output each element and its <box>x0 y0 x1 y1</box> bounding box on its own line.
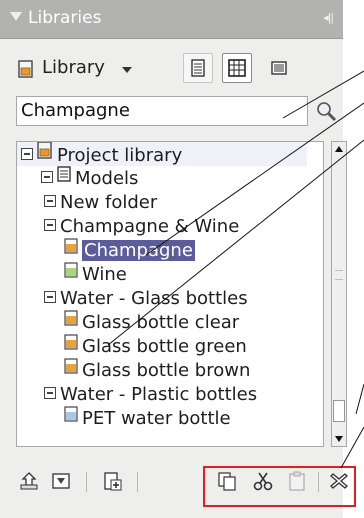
callout-line <box>340 426 364 469</box>
callout-line <box>107 139 364 346</box>
callout-lines <box>107 70 364 469</box>
callout-line <box>355 383 364 415</box>
callout-line <box>145 102 364 256</box>
